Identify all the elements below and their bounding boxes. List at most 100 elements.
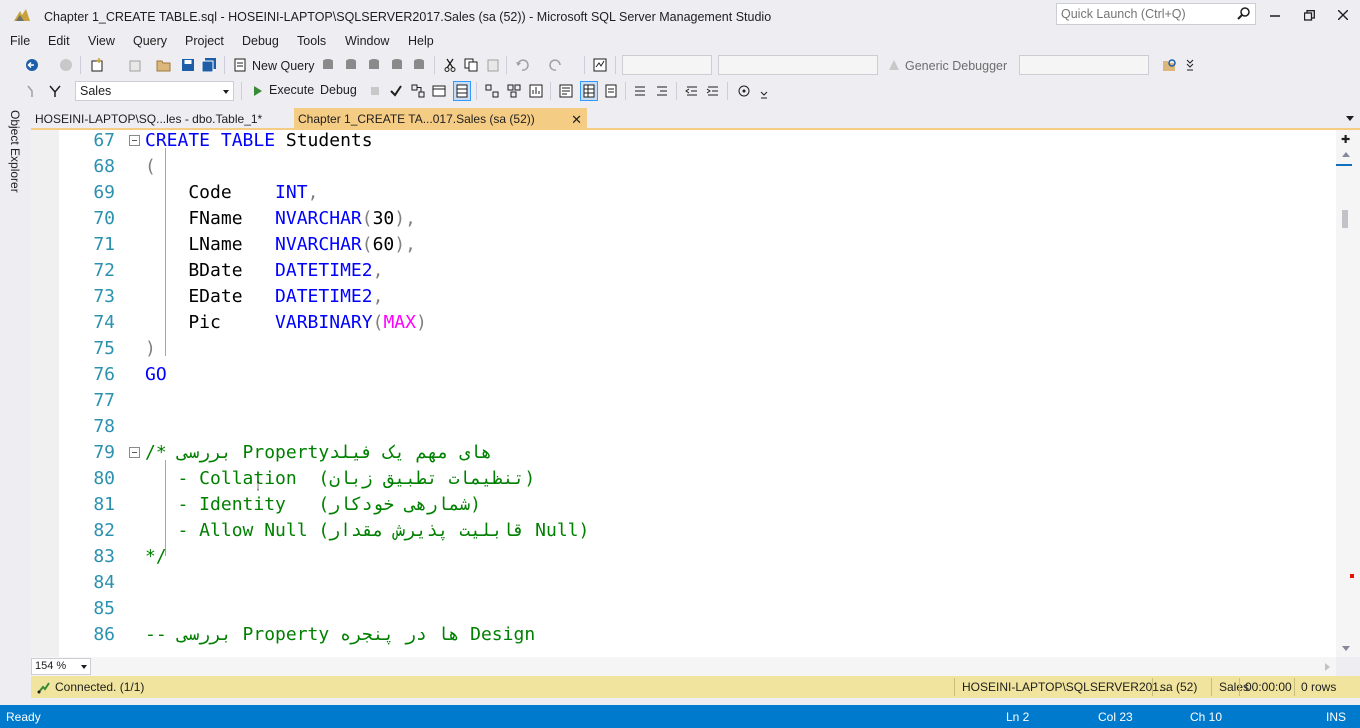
code-line[interactable]: 77 xyxy=(31,388,1336,414)
solution-platform-combo[interactable] xyxy=(718,55,878,75)
cut-icon[interactable] xyxy=(442,57,458,73)
results-to-file-icon[interactable] xyxy=(603,83,619,99)
collapse-region-icon[interactable] xyxy=(129,447,140,458)
menu-debug[interactable]: Debug xyxy=(242,34,279,48)
cancel-query-icon[interactable] xyxy=(367,83,383,99)
code-line[interactable]: 70 FName NVARCHAR(30), xyxy=(31,206,1336,232)
change-connection-icon[interactable] xyxy=(47,83,63,99)
results-to-text-icon[interactable] xyxy=(558,83,574,99)
display-estimated-plan-icon[interactable] xyxy=(410,83,426,99)
code-line[interactable]: 69 Code INT, xyxy=(31,180,1336,206)
results-to-grid-icon[interactable] xyxy=(453,81,471,101)
sql-code-editor[interactable]: 67 CREATE TABLE Students 68(69 Code INT, 70… xyxy=(31,130,1336,657)
code-line[interactable]: 85 xyxy=(31,596,1336,622)
scroll-right-icon[interactable] xyxy=(1325,663,1330,671)
code-line[interactable]: 75) xyxy=(31,336,1336,362)
code-line[interactable]: 74 Pic VARBINARY(MAX) xyxy=(31,310,1336,336)
connect-icon[interactable] xyxy=(24,83,40,99)
results-grid-toggle-icon[interactable] xyxy=(580,81,598,101)
save-all-icon[interactable] xyxy=(201,57,217,73)
menu-file[interactable]: File xyxy=(10,34,30,48)
new-query-icon[interactable] xyxy=(232,57,248,73)
database-engine-query-icon[interactable] xyxy=(320,57,336,73)
available-databases-combo[interactable]: Sales xyxy=(75,81,234,101)
code-line[interactable]: 76 GO xyxy=(31,362,1336,388)
comment-out-lines-icon[interactable] xyxy=(632,83,648,99)
dmx-query-icon[interactable] xyxy=(366,57,382,73)
open-file-icon[interactable] xyxy=(156,57,172,73)
xmla-query-icon[interactable] xyxy=(389,57,405,73)
code-line[interactable]: 86 -- بررسی Property ها در پنجره Design xyxy=(31,622,1336,648)
save-icon[interactable] xyxy=(180,57,196,73)
execute-button[interactable]: Execute xyxy=(269,83,314,97)
menu-help[interactable]: Help xyxy=(408,34,434,48)
split-window-icon[interactable]: ✚ xyxy=(1341,133,1350,146)
menu-tools[interactable]: Tools xyxy=(297,34,326,48)
toolbar2-overflow-icon[interactable] xyxy=(756,85,772,101)
debug-button[interactable]: Debug xyxy=(320,83,357,97)
code-line[interactable]: 68 ( xyxy=(31,154,1336,180)
code-line[interactable]: 80 - Collation (تنظیمات تطبیق زبان) xyxy=(31,466,1336,492)
code-line[interactable]: 78 xyxy=(31,414,1336,440)
code-line[interactable]: 67 CREATE TABLE Students xyxy=(31,128,1336,154)
query-designer-icon[interactable] xyxy=(431,83,447,99)
scrollbar-thumb[interactable] xyxy=(1342,210,1348,228)
menu-query[interactable]: Query xyxy=(133,34,167,48)
parse-checkmark-icon[interactable] xyxy=(388,83,404,99)
menu-window[interactable]: Window xyxy=(345,34,389,48)
code-line[interactable]: 84 xyxy=(31,570,1336,596)
toolbar-overflow-icon[interactable] xyxy=(1182,57,1198,73)
back-icon[interactable] xyxy=(24,57,40,73)
menu-edit[interactable]: Edit xyxy=(48,34,70,48)
mdx-query-icon[interactable] xyxy=(343,57,359,73)
close-window-button[interactable] xyxy=(1326,0,1360,30)
scroll-up-icon[interactable] xyxy=(1342,152,1350,157)
horizontal-scrollbar[interactable]: 154 % xyxy=(31,657,1336,676)
debug-target-combo[interactable] xyxy=(1019,55,1149,75)
tab-table-designer[interactable]: HOSEINI-LAPTOP\SQ...les - dbo.Table_1* xyxy=(31,108,289,130)
search-icon[interactable] xyxy=(1237,6,1251,20)
tab-list-dropdown-icon[interactable] xyxy=(1346,116,1354,121)
uncomment-lines-icon[interactable] xyxy=(654,83,670,99)
dax-query-icon[interactable] xyxy=(411,57,427,73)
close-icon[interactable]: ✕ xyxy=(571,112,582,128)
ssms-app-icon[interactable] xyxy=(12,7,32,25)
menu-project[interactable]: Project xyxy=(185,34,224,48)
code-line[interactable]: 83 */ xyxy=(31,544,1336,570)
vertical-scrollbar[interactable]: ✚ xyxy=(1336,130,1360,657)
client-statistics-icon[interactable] xyxy=(528,83,544,99)
new-project-icon[interactable] xyxy=(89,57,105,73)
specify-template-parameters-icon[interactable] xyxy=(736,83,752,99)
live-query-statistics-icon[interactable] xyxy=(506,83,522,99)
code-line[interactable]: 79 /* بررسی Propertyهای مهم یک فیلد xyxy=(31,440,1336,466)
paste-icon[interactable] xyxy=(485,57,501,73)
object-explorer-tab[interactable]: Object Explorer xyxy=(0,106,30,202)
code-line[interactable]: 81 - Identity (شمارهی خودکار) xyxy=(31,492,1336,518)
minimize-button[interactable] xyxy=(1258,0,1292,30)
code-line[interactable]: 72 BDate DATETIME2, xyxy=(31,258,1336,284)
menu-view[interactable]: View xyxy=(88,34,115,48)
zoom-level-combo[interactable]: 154 % xyxy=(31,658,91,675)
collapse-region-icon[interactable] xyxy=(129,135,140,146)
activity-monitor-icon[interactable] xyxy=(592,57,608,73)
code-line[interactable]: 71 LName NVARCHAR(60), xyxy=(31,232,1336,258)
increase-indent-icon[interactable] xyxy=(705,83,721,99)
solution-configuration-combo[interactable] xyxy=(622,55,712,75)
forward-icon[interactable] xyxy=(58,57,74,73)
generic-debugger-button[interactable]: Generic Debugger xyxy=(905,59,1007,73)
add-item-icon[interactable] xyxy=(127,57,143,73)
undo-icon[interactable] xyxy=(514,57,530,73)
code-line[interactable]: 73 EDate DATETIME2, xyxy=(31,284,1336,310)
new-query-button[interactable]: New Query xyxy=(252,59,315,73)
copy-icon[interactable] xyxy=(463,57,479,73)
quick-launch-box[interactable] xyxy=(1056,3,1256,25)
tab-create-table-sql[interactable]: Chapter 1_CREATE TA...017.Sales (sa (52)… xyxy=(294,108,587,130)
code-line[interactable]: 82 - Allow Null (قابلیت پذیرش مقدار Null… xyxy=(31,518,1336,544)
redo-icon[interactable] xyxy=(548,57,564,73)
quick-launch-input[interactable] xyxy=(1057,4,1229,24)
find-in-files-icon[interactable] xyxy=(1162,57,1178,73)
decrease-indent-icon[interactable] xyxy=(684,83,700,99)
restore-button[interactable] xyxy=(1292,0,1326,30)
include-actual-plan-icon[interactable] xyxy=(484,83,500,99)
scroll-down-icon[interactable] xyxy=(1342,646,1350,651)
